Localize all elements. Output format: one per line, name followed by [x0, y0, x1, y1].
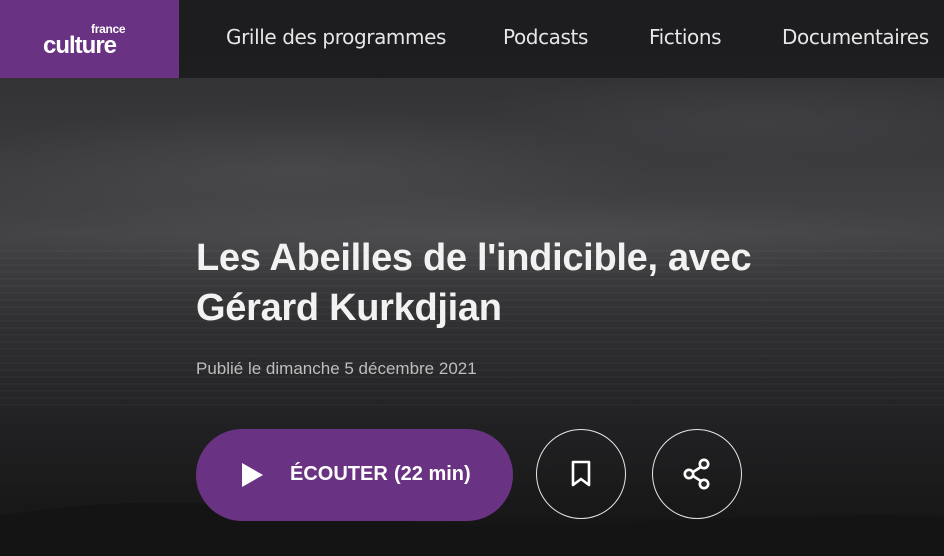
nav-documentaires[interactable]: Documentaires	[782, 25, 929, 49]
listen-label: ÉCOUTER	[290, 463, 388, 485]
episode-title: Les Abeilles de l'indicible, avec Gérard…	[196, 233, 896, 333]
logo-main-text: culture	[43, 32, 117, 59]
bookmark-button[interactable]	[536, 429, 626, 519]
bookmark-icon	[571, 460, 591, 487]
nav-fictions[interactable]: Fictions	[649, 25, 722, 49]
site-header: france culture Grille des programmes Pod…	[0, 0, 944, 78]
publication-date: Publié le dimanche 5 décembre 2021	[196, 359, 477, 378]
nav-grille-des-programmes[interactable]: Grille des programmes	[226, 25, 446, 49]
listen-button[interactable]: ÉCOUTER (22 min)	[196, 429, 513, 521]
episode-title-line1: Les Abeilles de l'indicible, avec	[196, 237, 752, 279]
nav-podcasts[interactable]: Podcasts	[503, 25, 588, 49]
share-button[interactable]	[652, 429, 742, 519]
france-culture-logo[interactable]: france culture	[0, 0, 179, 78]
play-icon	[242, 463, 263, 487]
listen-duration: (22 min)	[394, 463, 471, 485]
share-icon	[683, 458, 710, 490]
episode-title-line2: Gérard Kurkdjian	[196, 287, 502, 329]
